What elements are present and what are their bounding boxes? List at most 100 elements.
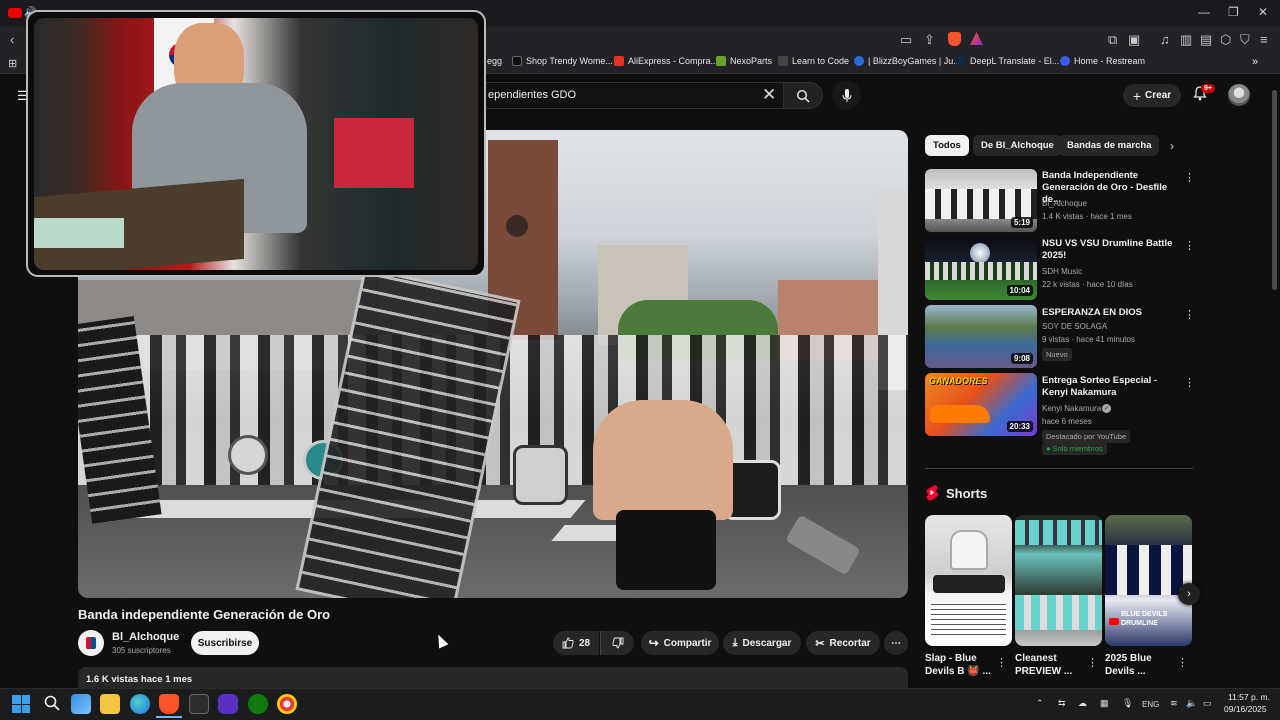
short-thumbnail[interactable] bbox=[925, 515, 1012, 646]
bookmark-item[interactable]: DeepL Translate - El... bbox=[956, 56, 1059, 66]
create-label: Crear bbox=[1145, 90, 1172, 101]
menu-icon[interactable]: ≡ bbox=[1260, 32, 1268, 47]
recommended-channel[interactable]: Kenyi Nakamura bbox=[1042, 404, 1101, 413]
scissors-icon: ✂ bbox=[815, 637, 825, 650]
close-window-button[interactable]: ✕ bbox=[1258, 5, 1268, 19]
search-taskbar-icon[interactable] bbox=[43, 694, 61, 717]
download-button[interactable]: ⤓ Descargar bbox=[723, 631, 801, 655]
store-icon[interactable] bbox=[189, 694, 209, 714]
brave-browser-icon[interactable] bbox=[159, 694, 179, 714]
battery-icon[interactable]: ▭ bbox=[1203, 698, 1212, 709]
recommended-title[interactable]: NSU VS VSU Drumline Battle 2025! bbox=[1042, 238, 1177, 262]
minimize-button[interactable]: — bbox=[1198, 5, 1210, 19]
bookmark-item[interactable]: AliExpress - Compra... bbox=[614, 56, 718, 66]
more-vertical-icon[interactable]: ⋮ bbox=[1184, 376, 1195, 389]
drum bbox=[228, 435, 268, 475]
share-label: Compartir bbox=[663, 637, 712, 649]
bookmarks-overflow-button[interactable]: » bbox=[1252, 56, 1258, 68]
active-app-indicator bbox=[156, 716, 182, 718]
windows-start-icon[interactable] bbox=[12, 695, 30, 713]
chip-todos[interactable]: Todos bbox=[925, 135, 969, 156]
brave-shield-icon[interactable] bbox=[948, 32, 961, 46]
recommended-thumbnail[interactable]: 9:08 bbox=[925, 305, 1037, 368]
chip-marching-bands[interactable]: Bandas de marcha bbox=[1059, 135, 1160, 156]
share-button[interactable]: ↪ Compartir bbox=[641, 631, 719, 655]
more-vertical-icon[interactable]: ⋮ bbox=[996, 656, 1007, 669]
search-button[interactable] bbox=[783, 82, 823, 109]
extensions-icon[interactable]: ⧉ bbox=[1108, 32, 1117, 48]
more-vertical-icon[interactable]: ⋮ bbox=[1184, 171, 1195, 184]
clip-button[interactable]: ✂ Recortar bbox=[806, 631, 880, 655]
recommended-thumbnail[interactable]: 5:19 bbox=[925, 169, 1037, 232]
shorts-next-button[interactable]: › bbox=[1178, 583, 1200, 605]
recommended-channel[interactable]: SDH Music bbox=[1042, 267, 1082, 276]
microphone-tray-icon[interactable]: 🎙 bbox=[1122, 698, 1133, 709]
chrome-icon[interactable] bbox=[277, 694, 297, 714]
bookmark-item[interactable]: Shop Trendy Wome... bbox=[512, 56, 613, 66]
channel-name[interactable]: Bl_Alchoque bbox=[112, 631, 179, 643]
file-explorer-icon[interactable] bbox=[100, 694, 120, 714]
recommended-channel[interactable]: Bl_Alchoque bbox=[1042, 199, 1087, 208]
channel-avatar[interactable] bbox=[78, 630, 104, 656]
show-hidden-icons-button[interactable]: ⌃ bbox=[1036, 698, 1044, 709]
like-button[interactable]: 28 bbox=[553, 631, 599, 655]
voice-search-button[interactable] bbox=[832, 81, 861, 110]
share-page-icon[interactable]: ⇪ bbox=[924, 32, 935, 48]
apps-grid-icon[interactable]: ⊞ bbox=[8, 57, 17, 70]
xbox-icon[interactable] bbox=[248, 694, 268, 714]
create-button[interactable]: + Crear bbox=[1123, 84, 1181, 107]
more-vertical-icon[interactable]: ⋮ bbox=[1184, 239, 1195, 252]
clock-time[interactable]: 11:57 p. m. bbox=[1228, 692, 1270, 702]
input-language[interactable]: ENG bbox=[1142, 700, 1159, 709]
screen-cast-icon[interactable]: ▭ bbox=[900, 32, 912, 48]
app-icon[interactable] bbox=[218, 694, 238, 714]
vpn-icon[interactable]: ⬡ bbox=[1220, 32, 1231, 48]
recommended-title[interactable]: ESPERANZA EN DIOS bbox=[1042, 307, 1177, 319]
back-icon[interactable]: ‹ bbox=[10, 32, 14, 47]
media-icon[interactable]: ♫ bbox=[1160, 32, 1170, 47]
views-and-date: 1.6 K vistas hace 1 mes bbox=[86, 674, 193, 685]
cloud-icon[interactable]: ☁ bbox=[1078, 698, 1087, 709]
page-scrollbar[interactable] bbox=[1272, 90, 1277, 290]
volume-icon[interactable]: 🔈 bbox=[1186, 698, 1197, 709]
short-thumbnail[interactable]: BLUE DEVILS DRUMLINE bbox=[1105, 515, 1192, 646]
recommended-channel[interactable]: SOY DE SOLAGA bbox=[1042, 322, 1107, 331]
wifi-icon[interactable]: ≋ bbox=[1170, 698, 1178, 709]
bookmark-item[interactable]: NexoParts bbox=[716, 56, 772, 66]
clock-date[interactable]: 09/16/2025 bbox=[1224, 704, 1267, 714]
clear-search-icon[interactable]: ✕ bbox=[762, 85, 776, 105]
more-vertical-icon[interactable]: ⋮ bbox=[1087, 656, 1098, 669]
short-thumbnail[interactable] bbox=[1015, 515, 1102, 646]
subscribe-button[interactable]: Suscribirse bbox=[191, 631, 259, 655]
chevron-right-icon[interactable]: › bbox=[1170, 139, 1174, 153]
task-view-icon[interactable] bbox=[71, 694, 91, 714]
shield-icon[interactable]: ⛉ bbox=[1240, 32, 1250, 48]
short-title[interactable]: Cleanest PREVIEW ... bbox=[1015, 652, 1090, 678]
bookmark-item[interactable]: | BlizzBoyGames | Ju... bbox=[854, 56, 961, 66]
recommended-meta: hace 6 meses bbox=[1042, 417, 1092, 426]
tab-search-icon[interactable]: ▣ bbox=[1128, 32, 1140, 48]
more-vertical-icon[interactable]: ⋮ bbox=[1184, 308, 1195, 321]
more-vertical-icon[interactable]: ⋮ bbox=[1177, 656, 1188, 669]
maximize-button[interactable]: ❐ bbox=[1228, 5, 1239, 19]
youtube-favicon-icon[interactable] bbox=[8, 8, 22, 18]
dislike-button[interactable] bbox=[600, 631, 634, 655]
tray-app-icon[interactable]: ▦ bbox=[1100, 698, 1109, 709]
shorts-logo-icon bbox=[925, 484, 941, 502]
short-title[interactable]: 2025 Blue Devils ... bbox=[1105, 652, 1180, 678]
recommended-thumbnail[interactable]: GANADORES 20:33 bbox=[925, 373, 1037, 436]
edge-browser-icon[interactable] bbox=[130, 694, 150, 714]
more-actions-button[interactable]: ⋯ bbox=[884, 631, 908, 655]
short-title[interactable]: Slap - Blue Devils B 👹 ... bbox=[925, 652, 1000, 678]
recommended-title[interactable]: Entrega Sorteo Especial - Kenyi Nakamura bbox=[1042, 375, 1177, 399]
bookmark-item[interactable]: Learn to Code bbox=[778, 56, 849, 66]
bookmark-item[interactable]: egg bbox=[487, 56, 502, 66]
chip-channel[interactable]: De Bl_Alchoque bbox=[973, 135, 1062, 156]
network-tray-icon[interactable]: ⇆ bbox=[1058, 698, 1066, 709]
sidebar-icon[interactable]: ▥ bbox=[1180, 32, 1192, 48]
video-duration: 10:04 bbox=[1006, 285, 1033, 296]
bookmark-item[interactable]: Home - Restream bbox=[1060, 56, 1145, 66]
recommended-thumbnail[interactable]: 10:04 bbox=[925, 237, 1037, 300]
account-avatar[interactable] bbox=[1228, 84, 1250, 106]
wallet-icon[interactable]: ▤ bbox=[1200, 32, 1212, 48]
